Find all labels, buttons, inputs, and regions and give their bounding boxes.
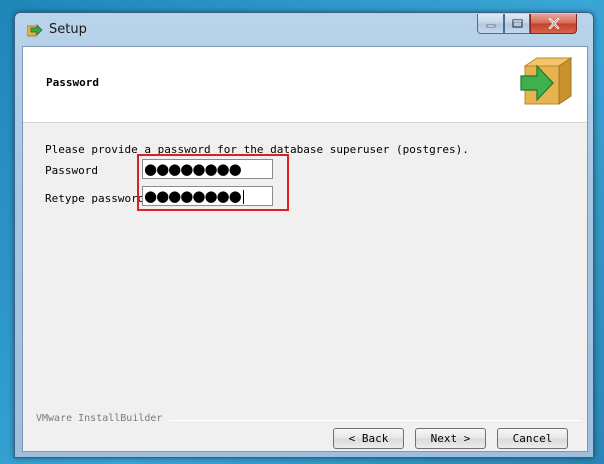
installer-brand: VMware InstallBuilder [36,413,163,424]
retype-password-label: Retype password [45,192,145,205]
minimize-icon [486,24,495,27]
setup-arrow-icon [27,24,43,37]
close-icon [548,18,559,29]
next-button-label: Next > [430,432,471,445]
minimize-button[interactable] [477,14,504,34]
next-button[interactable]: Next > [415,428,486,449]
text-caret [242,189,244,204]
page-title: Password [46,76,99,89]
back-button[interactable]: < Back [333,428,404,449]
setup-window: Setup Password Please provide a password… [14,12,594,458]
maximize-icon [511,19,523,28]
password-field[interactable]: ●●●●●●●● [142,159,273,179]
cancel-button[interactable]: Cancel [497,428,568,449]
title-bar[interactable]: Setup [15,13,593,47]
close-button[interactable] [530,14,577,34]
password-value: ●●●●●●●● [144,160,242,178]
retype-password-value: ●●●●●●●● [144,187,242,205]
cancel-button-label: Cancel [512,432,553,445]
footer-divider [169,420,581,421]
back-button-label: < Back [348,432,389,445]
header-band: Password [23,47,587,123]
dialog-client-area: Password Please provide a password for t… [22,46,588,452]
window-title: Setup [49,22,87,37]
password-label: Password [45,164,98,177]
box-arrow-icon [520,57,573,105]
retype-password-field[interactable]: ●●●●●●●● [142,186,273,206]
maximize-button[interactable] [504,14,530,34]
